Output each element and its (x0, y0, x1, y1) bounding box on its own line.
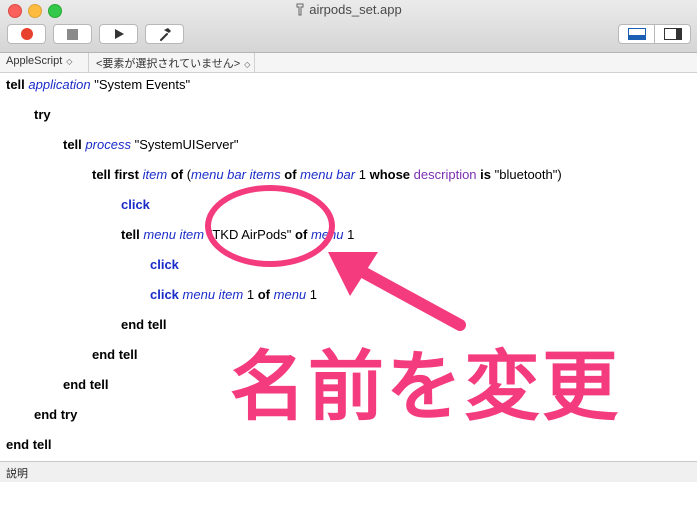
navigation-bar: AppleScript ◇ <要素が選択されていません> ◇ (0, 53, 697, 73)
annotation-label: 名前を変更 (230, 342, 620, 431)
title-bar: airpods_set.app (0, 0, 697, 53)
applescript-app-icon (295, 3, 305, 19)
record-icon (20, 28, 33, 40)
window-title-area: airpods_set.app (0, 2, 697, 19)
description-pane[interactable] (0, 482, 697, 520)
stop-button[interactable] (53, 24, 92, 44)
run-button[interactable] (99, 24, 138, 44)
code-line-13: end tell (6, 437, 52, 452)
toggle-bottom-pane-button[interactable] (619, 25, 655, 43)
element-label: <要素が選択されていません> (96, 58, 241, 70)
code-line-9: end tell (121, 317, 167, 332)
toggle-side-pane-button[interactable] (655, 25, 690, 43)
code-line-3: tell process "SystemUIServer" (63, 137, 239, 152)
code-line-12: end try (34, 407, 78, 422)
compile-button[interactable] (145, 24, 184, 44)
description-tab[interactable]: 説明 (6, 465, 28, 481)
language-popup[interactable]: AppleScript ◇ (6, 55, 72, 67)
record-button[interactable] (7, 24, 46, 44)
view-toggle-group (618, 24, 691, 44)
nav-divider (88, 53, 89, 72)
code-line-8: click menu item 1 of menu 1 (150, 287, 318, 302)
code-line-2: try (34, 107, 51, 122)
play-icon (114, 29, 124, 39)
nav-divider (254, 53, 255, 72)
stop-icon (67, 28, 78, 40)
bottom-pane-icon (627, 28, 646, 40)
side-pane-icon (663, 28, 682, 40)
popup-arrows-icon: ◇ (66, 57, 73, 66)
highlight-circle (205, 185, 335, 267)
code-line-11: end tell (63, 377, 109, 392)
popup-arrows-icon: ◇ (244, 60, 251, 69)
description-bar: 説明 (0, 461, 697, 483)
window-title: airpods_set.app (309, 2, 402, 17)
code-line-5: click (121, 197, 150, 212)
code-line-10: end tell (92, 347, 138, 362)
hammer-icon (159, 28, 171, 41)
language-label: AppleScript (6, 55, 63, 67)
code-line-7: click (150, 257, 179, 272)
code-line-4: tell first item of (menu bar items of me… (92, 167, 562, 182)
element-popup[interactable]: <要素が選択されていません> ◇ (96, 55, 250, 71)
code-line-1: tell application "System Events" (6, 77, 191, 92)
